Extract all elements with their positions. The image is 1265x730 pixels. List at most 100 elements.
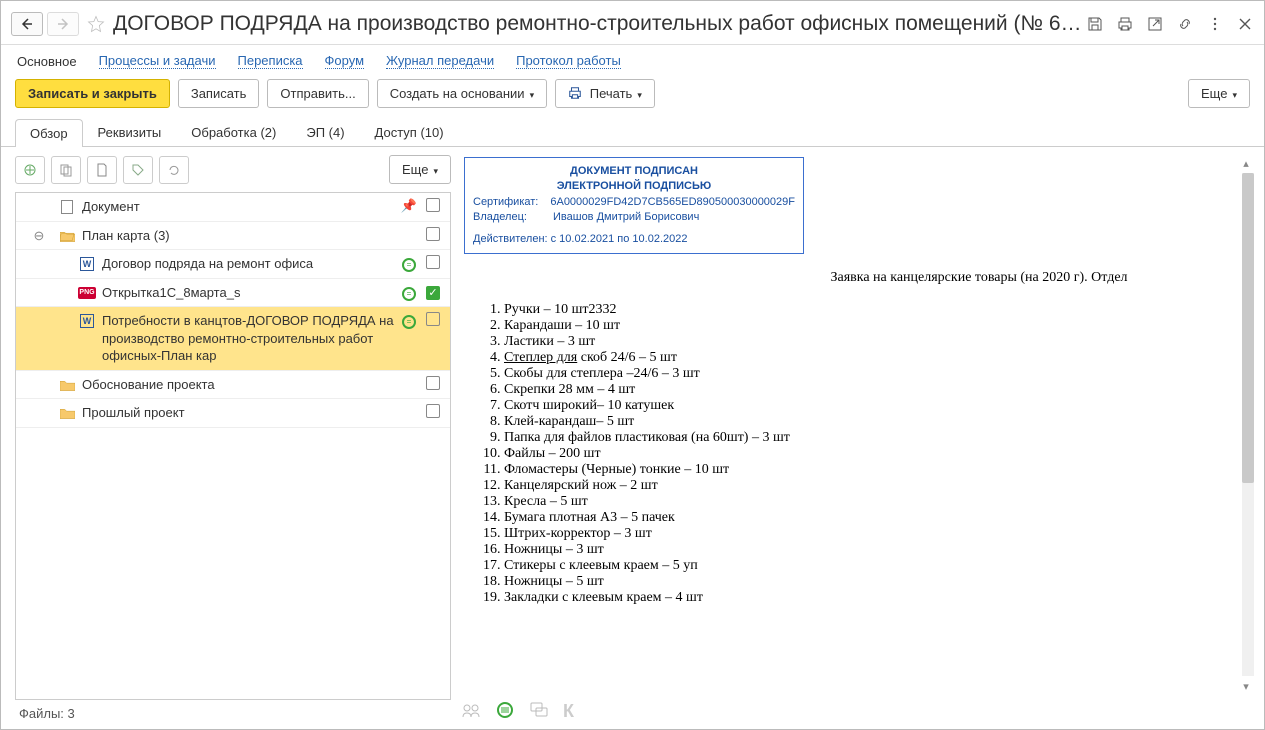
nav-forward-button[interactable]: [47, 12, 79, 36]
list-item: Папка для файлов пластиковая (на 60шт) –…: [504, 430, 1234, 446]
save-close-button[interactable]: Записать и закрыть: [15, 79, 170, 108]
comments-icon[interactable]: [529, 700, 549, 723]
status-icon: [396, 312, 422, 329]
list-item: Ножницы – 5 шт: [504, 574, 1234, 590]
list-item: Кресла – 5 шт: [504, 494, 1234, 510]
plus-globe-icon: [23, 163, 37, 177]
collapse-icon[interactable]: ⊖: [22, 228, 56, 244]
tab-access[interactable]: Доступ (10): [360, 118, 459, 146]
list-item: Скобы для степлера –24/6 – 3 шт: [504, 366, 1234, 382]
tree-toolbar: Еще▾: [15, 155, 451, 184]
tab-processing[interactable]: Обработка (2): [176, 118, 291, 146]
list-item: Ручки – 10 шт2332: [504, 302, 1234, 318]
new-doc-button[interactable]: [87, 156, 117, 184]
document-icon: [95, 163, 109, 177]
k-icon[interactable]: К: [563, 701, 574, 722]
link-icon[interactable]: [1176, 15, 1194, 33]
list-item: Штрих-корректор – 3 шт: [504, 526, 1234, 542]
checkbox[interactable]: [426, 255, 440, 269]
save-icon[interactable]: [1086, 15, 1104, 33]
document-preview: ДОКУМЕНТ ПОДПИСАН ЭЛЕКТРОННОЙ ПОДПИСЬЮ С…: [460, 155, 1256, 694]
signature-status-icon[interactable]: [495, 700, 515, 723]
printer-icon: [568, 86, 582, 100]
word-doc-icon: W: [78, 256, 96, 272]
nav-main[interactable]: Основное: [17, 54, 77, 69]
checkbox[interactable]: [426, 312, 440, 326]
tree-more-button[interactable]: Еще▾: [389, 155, 451, 184]
more-menu-icon[interactable]: [1206, 15, 1224, 33]
print-button[interactable]: Печать▾: [555, 79, 655, 108]
tree-row-card[interactable]: PNG Открытка1С_8марта_s: [16, 279, 450, 308]
save-button[interactable]: Записать: [178, 79, 260, 108]
folder-open-icon: [58, 228, 76, 244]
list-item: Фломастеры (Черные) тонкие – 10 шт: [504, 462, 1234, 478]
checkbox[interactable]: [426, 227, 440, 241]
content-area: Еще▾ Документ 📌 ⊖ План карта (3): [1, 147, 1264, 729]
tree-row-contract[interactable]: W Договор подряда на ремонт офиса: [16, 250, 450, 279]
create-based-button[interactable]: Создать на основании▾: [377, 79, 547, 108]
scroll-up-button[interactable]: ▴: [1238, 155, 1254, 171]
status-icon: [396, 255, 422, 272]
folder-icon: [58, 377, 76, 393]
list-item: Ножницы – 3 шт: [504, 542, 1234, 558]
action-toolbar: Записать и закрыть Записать Отправить...…: [1, 79, 1264, 118]
left-pane: Еще▾ Документ 📌 ⊖ План карта (3): [1, 147, 451, 725]
add-item-button[interactable]: [15, 156, 45, 184]
list-item: Клей-карандаш– 5 шт: [504, 414, 1234, 430]
copy-button[interactable]: [51, 156, 81, 184]
titlebar: ДОГОВОР ПОДРЯДА на производство ремонтно…: [1, 1, 1264, 45]
nav-transfer[interactable]: Журнал передачи: [386, 53, 494, 69]
list-item: Скрепки 28 мм – 4 шт: [504, 382, 1234, 398]
checkbox[interactable]: [426, 198, 440, 212]
scroll-down-button[interactable]: ▾: [1238, 678, 1254, 694]
send-button[interactable]: Отправить...: [267, 79, 368, 108]
pin-icon: 📌: [401, 198, 417, 213]
folder-icon: [58, 405, 76, 421]
tree-row-document[interactable]: Документ 📌: [16, 193, 450, 222]
tree-row-folder-plan[interactable]: ⊖ План карта (3): [16, 222, 450, 251]
checkbox[interactable]: [426, 376, 440, 390]
tab-details[interactable]: Реквизиты: [83, 118, 177, 146]
tab-ep[interactable]: ЭП (4): [291, 118, 359, 146]
status-icon: [396, 284, 422, 301]
tree-row-folder-past[interactable]: Прошлый проект: [16, 399, 450, 428]
refresh-icon: [167, 163, 181, 177]
tree-row-needs[interactable]: W Потребности в канцтов-ДОГОВОР ПОДРЯДА …: [16, 307, 450, 371]
document-icon: [58, 199, 76, 215]
preview-footer: К: [459, 694, 1256, 725]
copy-icon: [59, 163, 73, 177]
files-count: Файлы: 3: [15, 700, 451, 725]
document-title: Заявка на канцелярские товары (на 2020 г…: [724, 270, 1234, 286]
list-item: Карандаши – 10 шт: [504, 318, 1234, 334]
nav-forum[interactable]: Форум: [325, 53, 365, 69]
tree-row-folder-justification[interactable]: Обоснование проекта: [16, 371, 450, 400]
png-icon: PNG: [78, 285, 96, 301]
list-item: Степлер для скоб 24/6 – 5 шт: [504, 350, 1234, 366]
list-item: Стикеры с клеевым краем – 5 уп: [504, 558, 1234, 574]
external-icon[interactable]: [1146, 15, 1164, 33]
checkbox-checked[interactable]: [426, 286, 440, 300]
close-icon[interactable]: [1236, 15, 1254, 33]
participants-icon[interactable]: [461, 700, 481, 723]
preview-pane: ▴ ▾ ДОКУМЕНТ ПОДПИСАН ЭЛЕКТРОННОЙ ПОДПИС…: [451, 147, 1264, 725]
nav-processes[interactable]: Процессы и задачи: [99, 53, 216, 69]
scrollbar-thumb[interactable]: [1242, 173, 1254, 483]
list-item: Ластики – 3 шт: [504, 334, 1234, 350]
nav-mail[interactable]: Переписка: [238, 53, 303, 69]
list-item: Файлы – 200 шт: [504, 446, 1234, 462]
list-item: Бумага плотная А3 – 5 пачек: [504, 510, 1234, 526]
file-tree: Документ 📌 ⊖ План карта (3) W Договор по…: [15, 192, 451, 700]
tag-icon: [131, 163, 145, 177]
tag-button[interactable]: [123, 156, 153, 184]
print-icon[interactable]: [1116, 15, 1134, 33]
tab-overview[interactable]: Обзор: [15, 119, 83, 147]
refresh-button[interactable]: [159, 156, 189, 184]
arrow-left-icon: [20, 17, 34, 31]
nav-back-button[interactable]: [11, 12, 43, 36]
checkbox[interactable]: [426, 404, 440, 418]
nav-protocol[interactable]: Протокол работы: [516, 53, 621, 69]
detail-tabs: Обзор Реквизиты Обработка (2) ЭП (4) Дос…: [1, 118, 1264, 147]
more-button[interactable]: Еще▾: [1188, 79, 1250, 108]
favorite-star-icon[interactable]: [85, 13, 107, 35]
list-item: Скотч широкий– 10 катушек: [504, 398, 1234, 414]
